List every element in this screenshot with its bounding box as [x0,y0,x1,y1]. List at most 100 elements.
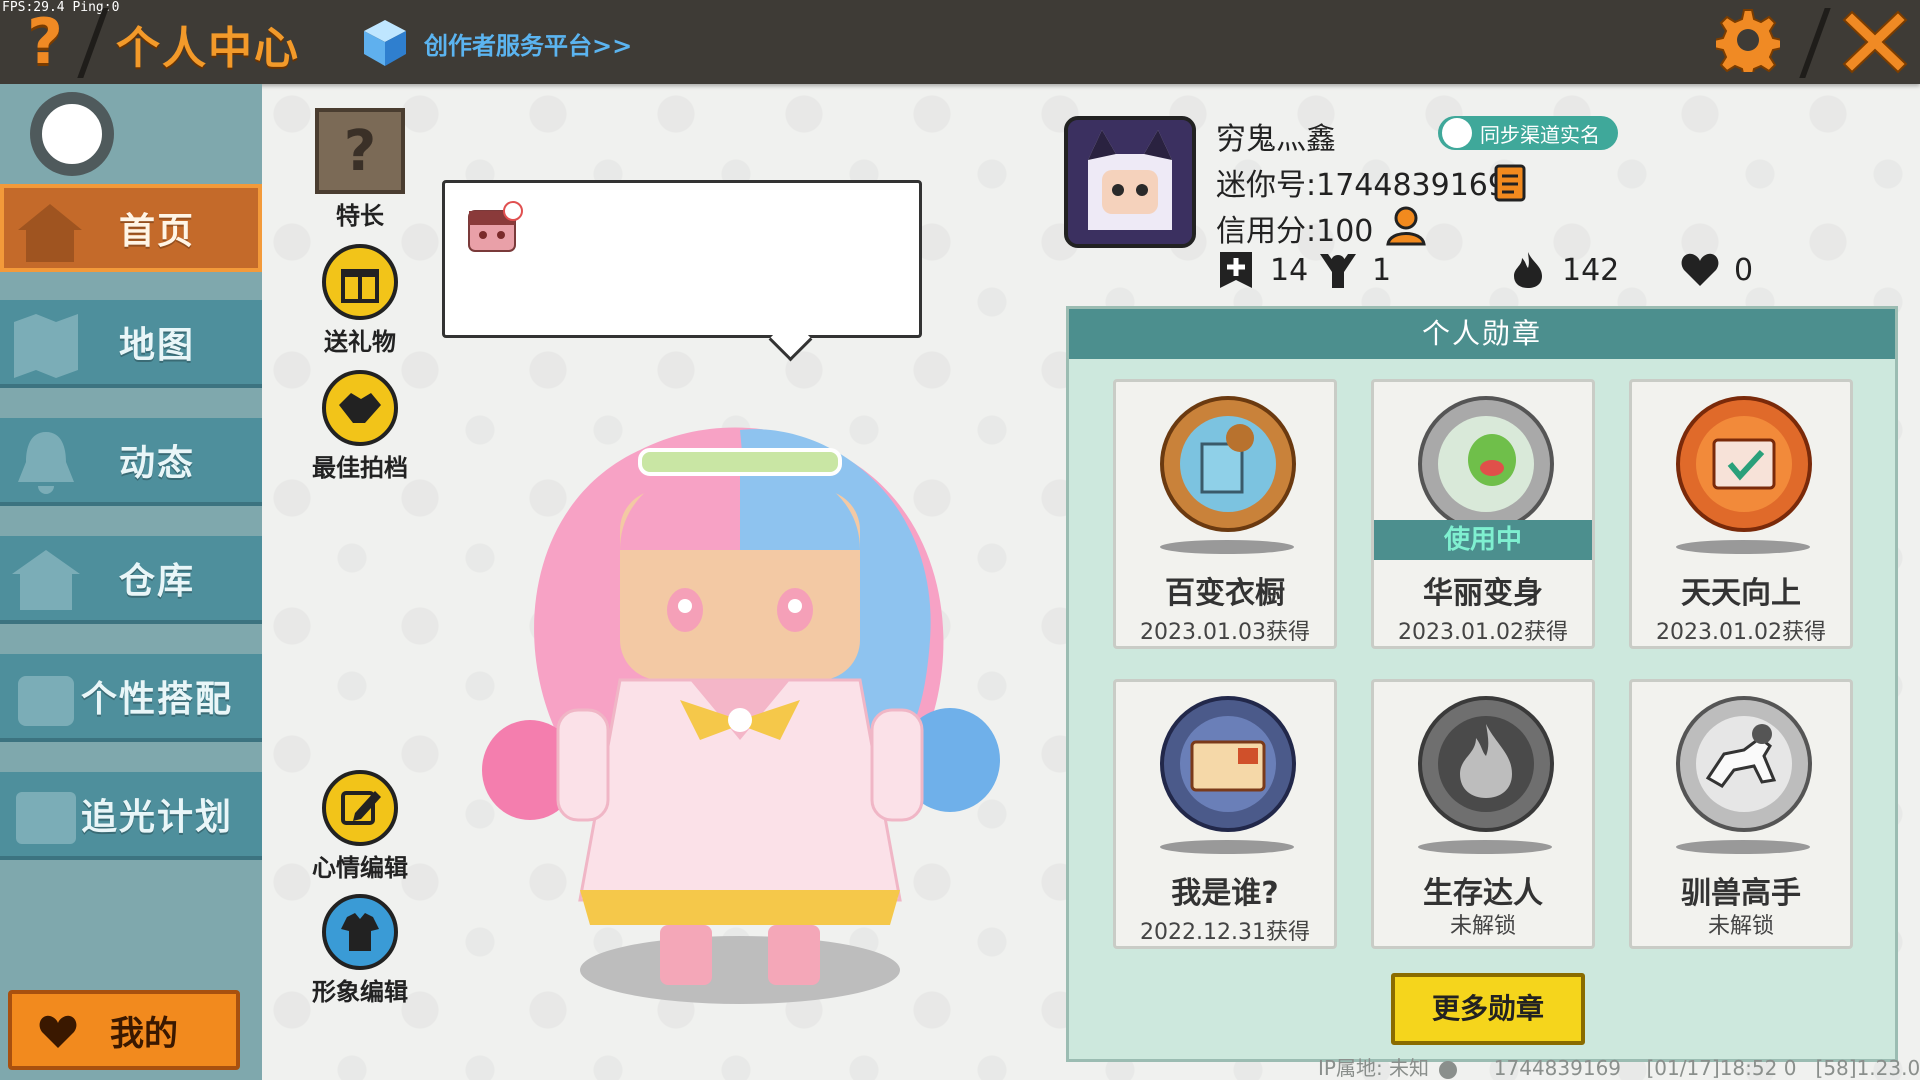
plus-flag-icon [1220,252,1252,288]
medal-shadow [1676,540,1810,554]
stat-plus-value: 14 [1270,252,1309,288]
sidebar-item-home[interactable]: 首页 [0,184,262,272]
mood-edit-action[interactable]: 心情编辑 [300,770,420,883]
sidebar-item-warehouse[interactable]: 仓库 [0,536,262,624]
plan-icon [16,792,76,844]
stat-likes[interactable]: 0 [1680,250,1753,290]
sidebar-item-label: 首页 [118,211,195,252]
mood-emoji-icon [468,201,523,252]
question-box-icon: ? [315,108,405,194]
gift-label: 送礼物 [324,328,396,356]
info-icon[interactable] [1439,1060,1458,1079]
ip-location: IP属地: 未知 [1318,1056,1430,1080]
special-skill-action[interactable]: ? 特长 [300,108,420,231]
mood-speech-bubble[interactable] [442,180,922,338]
in-use-badge: 使用中 [1374,520,1592,560]
sync-realname-button[interactable]: 同步渠道实名 [1438,116,1618,150]
medal-card[interactable]: 驯兽高手 未解锁 [1629,679,1853,949]
send-gift-action[interactable]: 送礼物 [300,244,420,357]
profile-avatar[interactable] [1064,116,1196,248]
page-title: 个人中心 [116,23,300,74]
gear-icon [1713,9,1783,79]
close-button[interactable] [1840,6,1910,76]
best-partner-label: 最佳拍档 [312,454,408,482]
outfit-icon [18,676,74,726]
image-edit-label: 形象编辑 [312,978,408,1006]
calendar-medal-icon [1676,396,1812,532]
sidebar-item-label: 仓库 [118,561,195,602]
footer-info: IP属地: 未知 1744839169 [01/17]18:52 0 [58]1… [1318,1052,1920,1080]
player-character[interactable] [470,380,1010,1020]
divider [1799,8,1831,78]
handshake-icon [322,370,398,446]
stat-fans-value: 1 [1372,252,1392,288]
settings-button[interactable] [1713,8,1783,79]
fire-medal-icon [1418,696,1554,832]
sidebar-item-label: 个性搭配 [80,679,233,720]
sidebar-item-label: 追光计划 [80,797,233,838]
heart-broken-icon [1681,253,1719,286]
transform-medal-icon [1418,396,1554,532]
stat-likes-value: 0 [1734,252,1754,288]
help-button[interactable]: ? [16,6,74,78]
medal-card[interactable]: 使用中 华丽变身 2023.01.02获得 [1371,379,1595,649]
heart-icon [39,1015,77,1048]
medal-card[interactable]: 我是谁? 2022.12.31获得 [1113,679,1337,949]
footer-uid: 1744839169 [1493,1056,1622,1080]
stat-fans[interactable]: 1 [1318,250,1391,290]
medal-panel-header: 个人勋章 [1069,309,1895,359]
sidebar-item-label: 地图 [118,325,195,366]
fire-icon [1514,252,1542,288]
creator-platform-link[interactable]: 创作者服务平台>> [362,16,632,70]
horse-medal-icon [1676,696,1812,832]
warehouse-icon [12,550,80,610]
house-icon [18,204,82,262]
credit-score: 信用分:100 [1216,214,1374,249]
medal-date: 2023.01.02获得 [1656,620,1826,645]
sidebar-item-label: 动态 [118,443,195,484]
cat-avatar-icon [1068,120,1192,244]
wardrobe-medal-icon [1160,396,1296,532]
mini-id: 迷你号:1744839169 [1216,168,1507,203]
medal-date: 2023.01.03获得 [1140,620,1310,645]
close-icon [1842,10,1908,74]
medal-shadow [1160,840,1294,854]
best-partner-action[interactable]: 最佳拍档 [300,370,420,483]
player-nickname: 穷鬼灬鑫 [1216,122,1336,157]
idcard-medal-icon [1160,696,1296,832]
mine-button[interactable]: 我的 [8,990,240,1070]
image-edit-action[interactable]: 形象编辑 [300,894,420,1007]
sidebar: 首页 地图 动态 仓库 个性搭配 追光计划 [0,84,262,1080]
top-bar: FPS:29.4 Ping:0 ? 个人中心 创作者服务平台>> [0,0,1920,84]
medal-name: 驯兽高手 [1681,876,1801,911]
creator-link-text: 创作者服务平台>> [424,31,633,60]
footer-version: [58]1.23.0 [1815,1056,1920,1080]
footer-time: [01/17]18:52 0 [1646,1056,1797,1080]
more-medals-button[interactable]: 更多勋章 [1391,973,1585,1045]
medal-panel: 个人勋章 百变衣橱 2023.01.03获得 使用中 华丽变身 2023.01.… [1066,306,1898,1062]
medal-card[interactable]: 百变衣橱 2023.01.03获得 [1113,379,1337,649]
edit-icon [322,770,398,846]
medal-shadow [1418,840,1552,854]
medal-card[interactable]: 天天向上 2023.01.02获得 [1629,379,1853,649]
stat-fire-value: 142 [1562,252,1620,288]
medal-shadow [1160,540,1294,554]
medal-date: 2022.12.31获得 [1140,920,1310,945]
mood-edit-label: 心情编辑 [312,854,408,882]
stat-plus[interactable]: 14 [1216,250,1308,290]
sidebar-item-activity[interactable]: 动态 [0,418,262,506]
medal-card[interactable]: 生存达人 未解锁 [1371,679,1595,949]
sidebar-item-outfit[interactable]: 个性搭配 [0,654,262,742]
stat-popularity[interactable]: 142 [1508,250,1619,290]
sidebar-item-map[interactable]: 地图 [0,300,262,388]
user-avatar-ring[interactable] [30,92,114,176]
user-icon [1442,118,1472,148]
medal-name: 我是谁? [1171,876,1279,911]
medal-name: 生存达人 [1423,876,1543,911]
sidebar-item-plan[interactable]: 追光计划 [0,772,262,860]
gift-icon [322,244,398,320]
copy-icon[interactable] [1492,162,1532,202]
bell-icon [18,432,74,494]
sync-label: 同步渠道实名 [1480,122,1600,147]
credit-user-icon[interactable] [1384,204,1428,248]
